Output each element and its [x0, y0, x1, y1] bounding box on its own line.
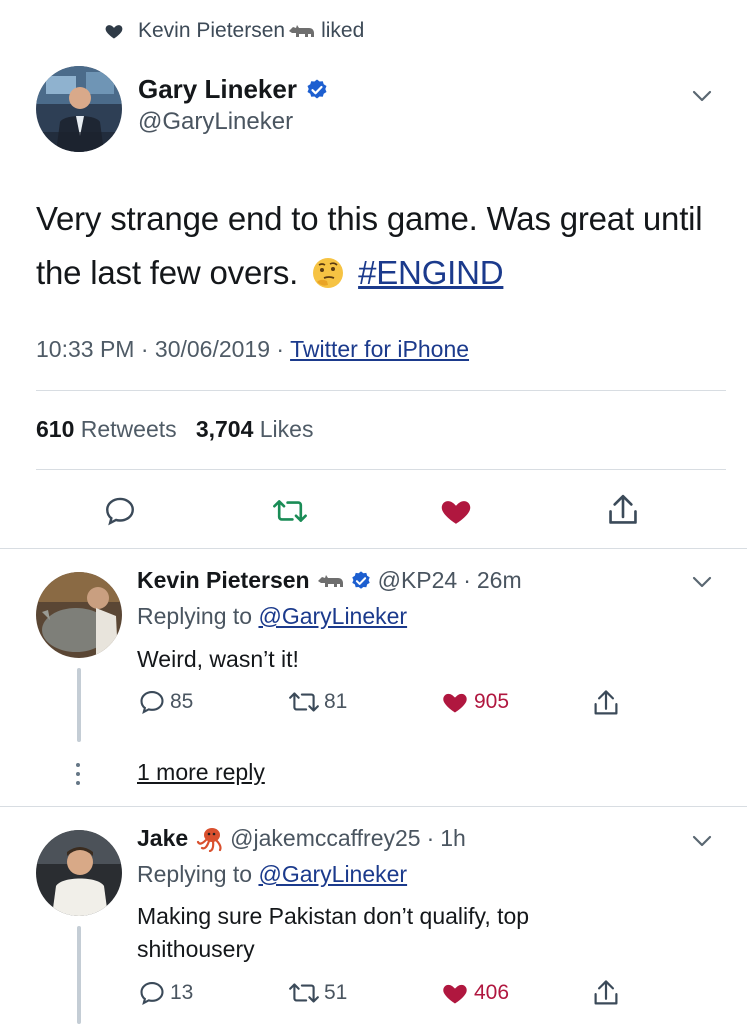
meta-separator: ·	[140, 336, 155, 362]
reply-text: Making sure Pakistan don’t qualify, top …	[137, 903, 530, 962]
reply-icon	[140, 982, 164, 1005]
liked-user[interactable]: Kevin Pietersen	[138, 19, 285, 43]
retweet-icon[interactable]	[272, 496, 308, 526]
share-icon[interactable]	[592, 978, 620, 1008]
liked-label: liked	[321, 19, 365, 42]
replying-to-prefix: Replying to	[137, 861, 253, 887]
author-name-row[interactable]: Gary Lineker	[138, 74, 329, 105]
replying-to-prefix: Replying to	[137, 603, 253, 629]
reply-header: Jake @jakemccaffrey25 · 1h	[137, 825, 466, 852]
retweet-count: 81	[324, 690, 348, 713]
retweets-count: 610	[36, 416, 75, 442]
avatar[interactable]	[36, 572, 122, 658]
reply-action[interactable]: 13	[138, 979, 193, 1007]
tweet-meta: 10:33 PM · 30/06/2019 · Twitter for iPho…	[36, 336, 469, 363]
author-name[interactable]: Gary Lineker	[138, 74, 297, 105]
author-handle[interactable]: @GaryLineker	[138, 108, 293, 136]
verified-badge-icon	[351, 570, 370, 589]
divider	[0, 548, 747, 549]
tweet-stats: 610 Retweets 3,704 Likes	[36, 416, 313, 443]
like-count: 905	[474, 690, 510, 713]
replying-to-link[interactable]: @GaryLineker	[258, 861, 407, 887]
verified-badge-icon	[307, 79, 327, 98]
chevron-down-icon[interactable]	[690, 570, 714, 594]
retweet-action[interactable]: 51	[288, 980, 347, 1006]
reply-icon	[140, 691, 164, 714]
divider	[36, 390, 726, 391]
meta-separator: ·	[276, 336, 291, 362]
meta-separator: ·	[426, 825, 435, 851]
divider	[0, 806, 747, 807]
avatar[interactable]	[36, 66, 122, 152]
retweet-count: 51	[324, 981, 348, 1004]
replying-to: Replying to @GaryLineker	[137, 603, 407, 630]
like-action[interactable]: 905	[440, 688, 509, 716]
source-link[interactable]: Twitter for iPhone	[290, 336, 469, 362]
retweet-action[interactable]: 81	[288, 689, 347, 715]
retweet-icon	[289, 983, 319, 1003]
tweet-time: 10:33 PM	[36, 336, 135, 362]
octopus-icon	[194, 826, 224, 852]
liked-header: Kevin Pietersen liked	[104, 16, 364, 46]
thinking-face-icon	[311, 252, 345, 288]
reply-author-name[interactable]: Kevin Pietersen	[137, 567, 310, 594]
share-icon[interactable]	[592, 688, 620, 718]
reply-action[interactable]: 85	[138, 688, 193, 716]
likes-stat[interactable]: 3,704 Likes	[196, 416, 314, 442]
replying-to: Replying to @GaryLineker	[137, 861, 407, 888]
avatar[interactable]	[36, 830, 122, 916]
thread-line	[77, 668, 81, 742]
like-filled-icon	[443, 984, 467, 1004]
reply-header: Kevin Pietersen @KP24 · 26m	[137, 567, 522, 594]
tweet-text: Very strange end to this game. Was great…	[36, 192, 726, 300]
like-count: 406	[474, 981, 510, 1004]
meta-separator: ·	[463, 567, 471, 593]
reply-count: 13	[170, 981, 194, 1004]
reply-author-handle[interactable]: @KP24	[378, 567, 458, 594]
likes-count: 3,704	[195, 416, 254, 442]
thread-line	[77, 926, 81, 1024]
divider	[36, 469, 726, 470]
retweets-stat[interactable]: 610 Retweets	[36, 416, 177, 442]
reply-author-handle[interactable]: @jakemccaffrey25	[230, 825, 420, 852]
retweet-icon	[289, 692, 319, 712]
reply-time: 1h	[440, 825, 466, 851]
like-filled-icon	[443, 693, 467, 713]
likes-label: Likes	[259, 416, 314, 442]
rhino-icon	[287, 21, 315, 41]
reply-author-name[interactable]: Jake	[137, 825, 188, 852]
rhino-icon	[316, 570, 344, 592]
chevron-down-icon[interactable]	[690, 829, 714, 853]
more-replies-link[interactable]: 1 more reply	[137, 756, 265, 789]
like-filled-icon[interactable]	[438, 494, 474, 528]
share-icon[interactable]	[606, 492, 640, 528]
hashtag-link[interactable]: #ENGIND	[358, 254, 503, 291]
heart-icon	[105, 25, 123, 39]
more-dots-icon	[76, 763, 80, 785]
chevron-down-icon[interactable]	[690, 84, 714, 108]
reply-time: 26m	[476, 567, 522, 593]
reply-text: Weird, wasn’t it!	[137, 646, 299, 672]
reply-icon[interactable]	[103, 494, 137, 528]
like-action[interactable]: 406	[440, 979, 509, 1007]
reply-count: 85	[170, 690, 194, 713]
replying-to-link[interactable]: @GaryLineker	[258, 603, 407, 629]
retweets-label: Retweets	[80, 416, 177, 442]
tweet-date: 30/06/2019	[154, 336, 271, 362]
